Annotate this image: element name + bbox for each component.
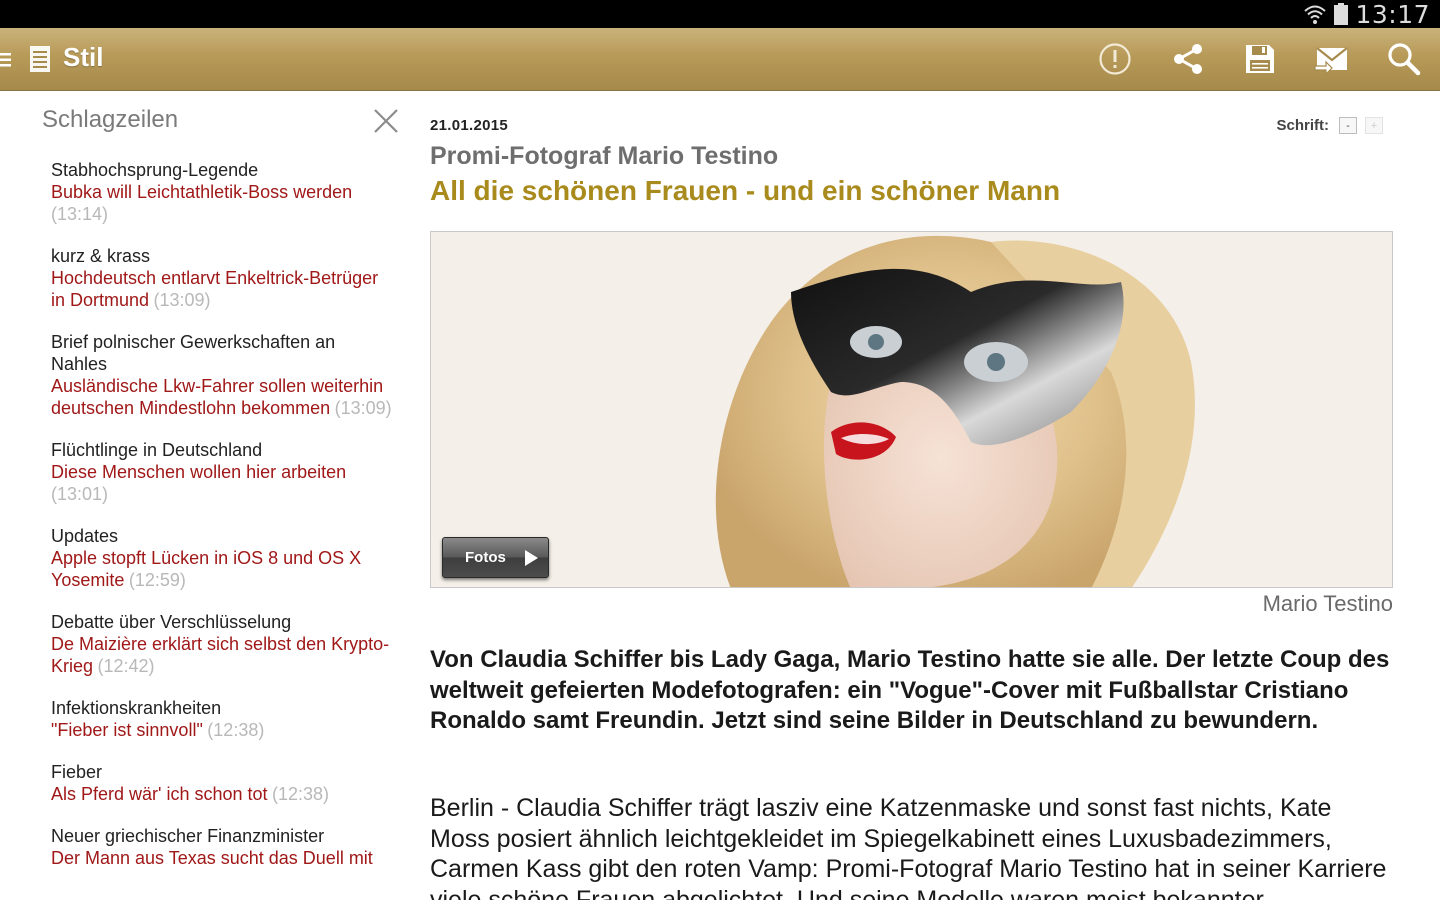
headline-time: (13:09): [153, 290, 211, 310]
headline-time: (12:38): [207, 720, 265, 740]
headline-time: (12:59): [128, 570, 186, 590]
headline-kicker: Debatte über Verschlüsselung: [51, 612, 292, 632]
headline-list: Stabhochsprung-Legende Bubka will Leichta…: [51, 159, 396, 889]
battery-icon: [1334, 3, 1349, 25]
headline-item[interactable]: Flüchtlinge in Deutschland Diese Menschen…: [51, 439, 396, 505]
headline-title[interactable]: Hochdeutsch entlarvt Enkeltrick-Betrüger…: [51, 268, 378, 310]
article-headline: All die schönen Frauen - und ein schöner…: [430, 175, 1061, 206]
mail-icon[interactable]: [1314, 41, 1350, 77]
headline-item[interactable]: Brief polnischer Gewerkschaften an Nahle…: [51, 331, 396, 419]
headline-kicker: Fieber: [51, 762, 103, 782]
photo-illustration: [431, 232, 1392, 587]
headline-kicker: Updates: [51, 526, 119, 546]
wifi-icon: [1304, 5, 1327, 24]
headline-time: (12:42): [97, 656, 155, 676]
headline-item[interactable]: Updates Apple stopft Lücken in iOS 8 und …: [51, 525, 396, 591]
status-bar: 13:17: [0, 0, 1440, 29]
article-date: 21.01.2015: [430, 117, 509, 134]
headline-item[interactable]: Stabhochsprung-Legende Bubka will Leichta…: [51, 159, 396, 225]
article-kicker: Promi-Fotograf Mario Testino: [430, 142, 779, 170]
headline-time: (13:09): [334, 398, 392, 418]
headline-title[interactable]: Apple stopft Lücken in iOS 8 und OS X Yo…: [51, 548, 361, 590]
search-icon[interactable]: [1386, 41, 1422, 77]
play-icon: [525, 550, 538, 566]
action-bar: Stil: [0, 28, 1440, 91]
font-size-label: Schrift:: [1276, 117, 1330, 134]
font-size-control: Schrift: - +: [1276, 117, 1383, 134]
headline-kicker: Stabhochsprung-Legende: [51, 160, 259, 180]
article-body: Berlin - Claudia Schiffer trägt lasziv e…: [430, 794, 1387, 900]
photos-button[interactable]: Fotos: [442, 537, 549, 578]
headline-title[interactable]: Bubka will Leichtathletik-Boss werden: [51, 182, 352, 202]
headline-title[interactable]: Der Mann aus Texas sucht das Duell mit: [51, 848, 373, 868]
headline-kicker: Infektionskrankheiten: [51, 698, 222, 718]
headlines-sidebar: Schlagzeilen Stabhochsprung-Legende Bubka…: [0, 91, 410, 900]
headline-time: (13:01): [51, 484, 109, 504]
headline-kicker: Brief polnischer Gewerkschaften an Nahle…: [51, 332, 336, 374]
headline-kicker: kurz & krass: [51, 246, 151, 266]
headline-kicker: Neuer griechischer Finanzminister: [51, 826, 325, 846]
headline-item[interactable]: Debatte über Verschlüsselung De Maizière …: [51, 611, 396, 677]
close-icon[interactable]: [370, 105, 402, 137]
headline-title[interactable]: Diese Menschen wollen hier arbeiten: [51, 462, 346, 482]
headline-title[interactable]: Als Pferd wär' ich schon tot: [51, 784, 268, 804]
headline-item[interactable]: kurz & krass Hochdeutsch entlarvt Enkeltr…: [51, 245, 396, 311]
photo-credit: Mario Testino: [1262, 591, 1393, 616]
headline-item[interactable]: Neuer griechischer Finanzminister Der Man…: [51, 825, 396, 869]
headline-item[interactable]: Infektionskrankheiten "Fieber ist sinnvol…: [51, 697, 396, 741]
save-icon[interactable]: [1242, 41, 1278, 77]
article-photo[interactable]: Fotos: [430, 231, 1393, 588]
font-increase-button[interactable]: +: [1365, 117, 1383, 134]
article: 21.01.2015 Schrift: - + Promi-Fotograf M…: [430, 91, 1420, 900]
headline-time: (13:14): [51, 204, 109, 224]
headline-title[interactable]: "Fieber ist sinnvoll": [51, 720, 203, 740]
font-decrease-button[interactable]: -: [1339, 117, 1357, 134]
headline-item[interactable]: Fieber Als Pferd wär' ich schon tot (12:3…: [51, 761, 396, 805]
status-time: 13:17: [1355, 0, 1430, 29]
status-icons: 13:17: [1303, 0, 1430, 29]
article-lead: Von Claudia Schiffer bis Lady Gaga, Mari…: [430, 646, 1390, 734]
photos-button-label: Fotos: [465, 549, 506, 566]
headline-time: (12:38): [271, 784, 330, 804]
drawer-icon[interactable]: [0, 52, 12, 68]
app-title: Stil: [63, 42, 104, 72]
alert-icon[interactable]: [1097, 41, 1133, 77]
headline-title[interactable]: Ausländische Lkw-Fahrer sollen weiterhin…: [51, 376, 383, 418]
headline-kicker: Flüchtlinge in Deutschland: [51, 440, 263, 460]
sidebar-title: Schlagzeilen: [42, 106, 179, 133]
share-icon[interactable]: [1170, 41, 1206, 77]
document-icon[interactable]: [29, 45, 51, 73]
